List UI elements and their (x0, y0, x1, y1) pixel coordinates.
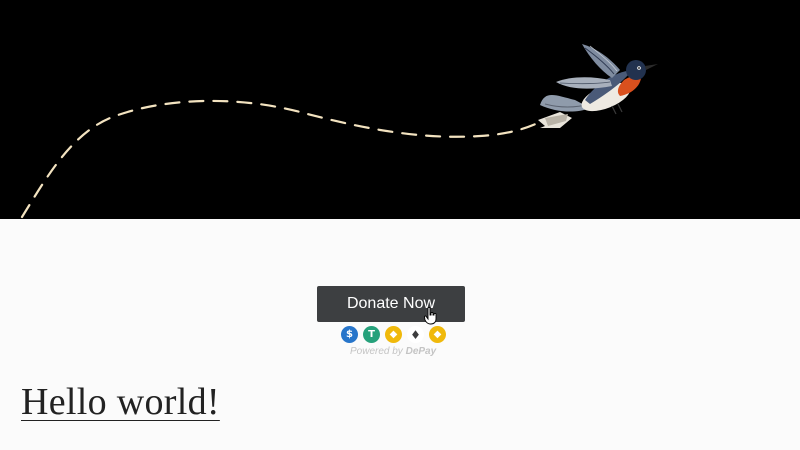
main-content: Donate Now $ T ◆ ♦ ◆ Powered by DePay He… (0, 219, 800, 450)
bnb-icon: ◆ (429, 326, 446, 343)
ethereum-icon: ♦ (407, 326, 424, 343)
powered-by-label: Powered by DePay (350, 346, 436, 357)
donate-now-button[interactable]: Donate Now (317, 286, 465, 322)
hand-pointer-icon (424, 307, 437, 325)
usdc-icon: $ (341, 326, 358, 343)
powered-by-prefix: Powered by (350, 346, 403, 357)
hero-banner (0, 0, 800, 219)
bird-icon (538, 44, 658, 128)
flight-path (20, 99, 550, 219)
page-title[interactable]: Hello world! (21, 380, 220, 424)
hero-illustration (20, 44, 658, 219)
token-list: $ T ◆ ♦ ◆ (341, 326, 446, 344)
depay-brand[interactable]: DePay (406, 346, 437, 357)
busd-icon: ◆ (385, 326, 402, 343)
tether-icon: T (363, 326, 380, 343)
